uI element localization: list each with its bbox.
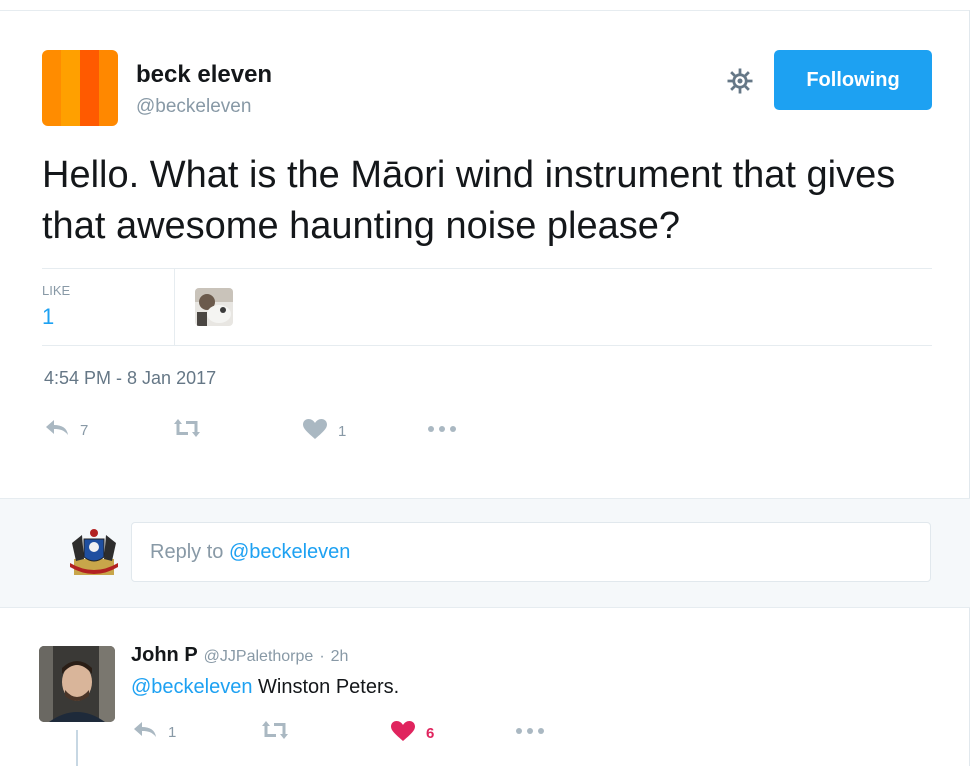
reply-like-count: 6 <box>426 724 435 742</box>
more-icon <box>426 422 458 439</box>
separator: · <box>319 648 325 665</box>
more-action[interactable] <box>426 422 458 439</box>
reply-reply-action[interactable]: 1 <box>132 720 176 744</box>
reply-like-action[interactable]: 6 <box>390 720 434 746</box>
reply-count: 7 <box>80 421 89 439</box>
reply-time[interactable]: 2h <box>331 648 349 666</box>
reply-prefix: Reply to <box>150 540 229 563</box>
reply-icon <box>44 418 70 442</box>
retweet-icon <box>172 418 202 442</box>
reply-input[interactable]: Reply to @beckeleven <box>131 522 931 582</box>
reply-reply-count: 1 <box>168 723 177 741</box>
heart-icon <box>390 720 416 746</box>
reply-text-mention[interactable]: @beckeleven <box>131 676 252 698</box>
tweet-stats: LIKE 1 <box>42 268 932 346</box>
liker-avatar[interactable] <box>195 288 233 326</box>
retweet-icon <box>260 720 290 744</box>
author-name[interactable]: beck eleven <box>136 61 272 89</box>
reply-author-name[interactable]: John P <box>131 644 198 667</box>
avatar-stripe <box>80 50 99 126</box>
thread-line <box>76 730 78 766</box>
tweet-text: Hello. What is the Māori wind instrument… <box>42 154 896 247</box>
reply-author-handle[interactable]: @JJPalethorpe <box>204 648 314 666</box>
like-stat-count[interactable]: 1 <box>42 304 54 330</box>
following-button[interactable]: Following <box>774 50 932 110</box>
like-action[interactable]: 1 <box>302 418 346 444</box>
tweet-timestamp[interactable]: 4:54 PM - 8 Jan 2017 <box>44 368 216 389</box>
gear-icon[interactable] <box>722 63 758 99</box>
like-count: 1 <box>338 422 347 440</box>
reply-header: John P @JJPalethorpe · 2h <box>131 644 348 667</box>
author-avatar[interactable] <box>42 50 118 126</box>
heart-icon <box>302 418 328 444</box>
author-handle[interactable]: @beckeleven <box>136 96 251 118</box>
reply-retweet-action[interactable] <box>260 720 300 744</box>
reply-more-action[interactable] <box>514 724 546 741</box>
top-divider <box>0 10 970 11</box>
reply-action[interactable]: 7 <box>44 418 88 442</box>
retweet-action[interactable] <box>172 418 212 442</box>
reply-text-body: Winston Peters. <box>252 676 400 698</box>
reply-author-avatar[interactable] <box>39 646 115 722</box>
avatar-stripe <box>42 50 61 126</box>
avatar-stripe <box>99 50 118 126</box>
more-icon <box>514 724 546 741</box>
reply-mention: @beckeleven <box>228 540 351 563</box>
user-avatar[interactable] <box>66 525 122 581</box>
reply-icon <box>132 720 158 744</box>
stat-divider <box>174 269 175 345</box>
like-stat-label: LIKE <box>42 283 71 298</box>
reply-text: @beckeleven Winston Peters. <box>131 676 399 699</box>
avatar-stripe <box>61 50 80 126</box>
